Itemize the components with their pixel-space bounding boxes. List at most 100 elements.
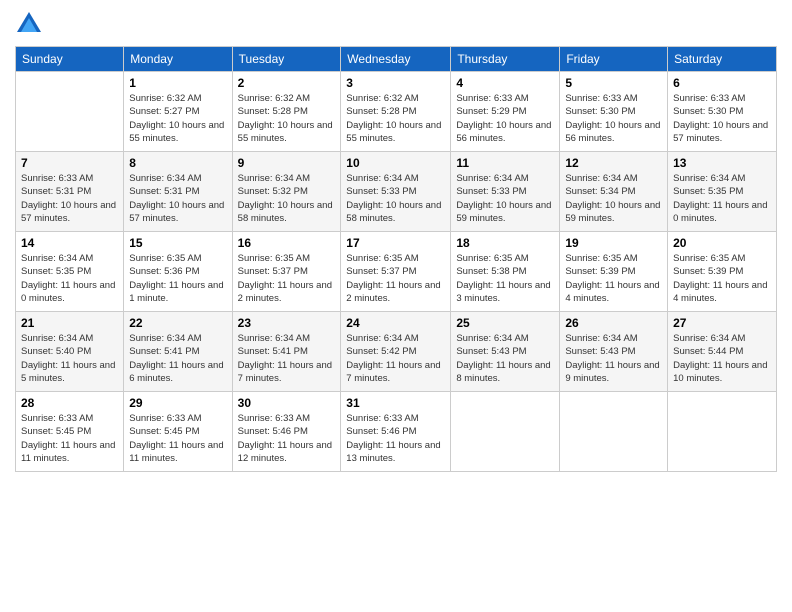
day-header-tuesday: Tuesday [232, 47, 341, 72]
day-info: Sunrise: 6:34 AMSunset: 5:43 PMDaylight:… [565, 332, 662, 385]
header [15, 10, 777, 38]
day-cell: 31Sunrise: 6:33 AMSunset: 5:46 PMDayligh… [341, 392, 451, 472]
day-info: Sunrise: 6:35 AMSunset: 5:39 PMDaylight:… [565, 252, 662, 305]
day-number: 19 [565, 236, 662, 250]
day-header-thursday: Thursday [451, 47, 560, 72]
day-header-monday: Monday [124, 47, 232, 72]
day-info: Sunrise: 6:33 AMSunset: 5:46 PMDaylight:… [346, 412, 445, 465]
day-info: Sunrise: 6:32 AMSunset: 5:28 PMDaylight:… [238, 92, 336, 145]
day-number: 12 [565, 156, 662, 170]
day-cell: 28 Sunrise: 6:33 AMSunset: 5:45 PMDayligh… [16, 392, 124, 472]
day-info: Sunrise: 6:32 AMSunset: 5:27 PMDaylight:… [129, 92, 226, 145]
day-cell: 3 Sunrise: 6:32 AMSunset: 5:28 PMDaylight… [341, 72, 451, 152]
day-cell: 21 Sunrise: 6:34 AMSunset: 5:40 PMDayligh… [16, 312, 124, 392]
day-number: 26 [565, 316, 662, 330]
logo [15, 10, 47, 38]
day-cell: 18Sunrise: 6:35 AMSunset: 5:38 PMDayligh… [451, 232, 560, 312]
day-info: Sunrise: 6:33 AMSunset: 5:29 PMDaylight:… [456, 92, 554, 145]
day-info: Sunrise: 6:34 AMSunset: 5:34 PMDaylight:… [565, 172, 662, 225]
day-number: 9 [238, 156, 336, 170]
day-cell: 11 Sunrise: 6:34 AMSunset: 5:33 PMDayligh… [451, 152, 560, 232]
day-number: 25 [456, 316, 554, 330]
week-row-3: 21 Sunrise: 6:34 AMSunset: 5:40 PMDayligh… [16, 312, 777, 392]
day-number: 30 [238, 396, 336, 410]
day-info: Sunrise: 6:33 AMSunset: 5:45 PMDaylight:… [129, 412, 226, 465]
day-cell [451, 392, 560, 472]
day-cell: 1 Sunrise: 6:32 AMSunset: 5:27 PMDaylight… [124, 72, 232, 152]
day-cell [16, 72, 124, 152]
day-number: 22 [129, 316, 226, 330]
day-cell: 30 Sunrise: 6:33 AMSunset: 5:46 PMDayligh… [232, 392, 341, 472]
day-cell: 24 Sunrise: 6:34 AMSunset: 5:42 PMDayligh… [341, 312, 451, 392]
day-info: Sunrise: 6:34 AMSunset: 5:35 PMDaylight:… [21, 252, 118, 305]
day-number: 15 [129, 236, 226, 250]
day-number: 6 [673, 76, 771, 90]
day-cell: 6Sunrise: 6:33 AMSunset: 5:30 PMDaylight… [668, 72, 777, 152]
day-number: 2 [238, 76, 336, 90]
day-number: 23 [238, 316, 336, 330]
day-info: Sunrise: 6:33 AMSunset: 5:30 PMDaylight:… [565, 92, 662, 145]
day-info: Sunrise: 6:34 AMSunset: 5:32 PMDaylight:… [238, 172, 336, 225]
day-cell: 10Sunrise: 6:34 AMSunset: 5:33 PMDayligh… [341, 152, 451, 232]
day-number: 14 [21, 236, 118, 250]
day-header-wednesday: Wednesday [341, 47, 451, 72]
day-info: Sunrise: 6:34 AMSunset: 5:33 PMDaylight:… [346, 172, 445, 225]
day-number: 5 [565, 76, 662, 90]
day-cell [668, 392, 777, 472]
page: SundayMondayTuesdayWednesdayThursdayFrid… [0, 0, 792, 482]
day-number: 29 [129, 396, 226, 410]
day-number: 3 [346, 76, 445, 90]
day-info: Sunrise: 6:34 AMSunset: 5:41 PMDaylight:… [238, 332, 336, 385]
day-cell: 16 Sunrise: 6:35 AMSunset: 5:37 PMDayligh… [232, 232, 341, 312]
day-number: 8 [129, 156, 226, 170]
day-cell: 2 Sunrise: 6:32 AMSunset: 5:28 PMDaylight… [232, 72, 341, 152]
day-cell: 27 Sunrise: 6:34 AMSunset: 5:44 PMDayligh… [668, 312, 777, 392]
day-number: 27 [673, 316, 771, 330]
day-info: Sunrise: 6:34 AMSunset: 5:40 PMDaylight:… [21, 332, 118, 385]
day-cell: 13Sunrise: 6:34 AMSunset: 5:35 PMDayligh… [668, 152, 777, 232]
calendar-table: SundayMondayTuesdayWednesdayThursdayFrid… [15, 46, 777, 472]
header-row: SundayMondayTuesdayWednesdayThursdayFrid… [16, 47, 777, 72]
day-header-saturday: Saturday [668, 47, 777, 72]
day-cell: 8 Sunrise: 6:34 AMSunset: 5:31 PMDaylight… [124, 152, 232, 232]
day-cell: 20 Sunrise: 6:35 AMSunset: 5:39 PMDayligh… [668, 232, 777, 312]
day-info: Sunrise: 6:34 AMSunset: 5:33 PMDaylight:… [456, 172, 554, 225]
day-cell: 7 Sunrise: 6:33 AMSunset: 5:31 PMDaylight… [16, 152, 124, 232]
day-info: Sunrise: 6:34 AMSunset: 5:43 PMDaylight:… [456, 332, 554, 385]
week-row-1: 7 Sunrise: 6:33 AMSunset: 5:31 PMDaylight… [16, 152, 777, 232]
day-info: Sunrise: 6:35 AMSunset: 5:36 PMDaylight:… [129, 252, 226, 305]
day-number: 20 [673, 236, 771, 250]
day-number: 7 [21, 156, 118, 170]
day-cell: 4 Sunrise: 6:33 AMSunset: 5:29 PMDaylight… [451, 72, 560, 152]
day-number: 4 [456, 76, 554, 90]
day-info: Sunrise: 6:34 AMSunset: 5:44 PMDaylight:… [673, 332, 771, 385]
day-info: Sunrise: 6:34 AMSunset: 5:31 PMDaylight:… [129, 172, 226, 225]
day-cell: 26 Sunrise: 6:34 AMSunset: 5:43 PMDayligh… [560, 312, 668, 392]
day-number: 11 [456, 156, 554, 170]
day-info: Sunrise: 6:35 AMSunset: 5:37 PMDaylight:… [238, 252, 336, 305]
day-number: 28 [21, 396, 118, 410]
day-cell: 9 Sunrise: 6:34 AMSunset: 5:32 PMDaylight… [232, 152, 341, 232]
day-number: 24 [346, 316, 445, 330]
day-info: Sunrise: 6:35 AMSunset: 5:37 PMDaylight:… [346, 252, 445, 305]
day-number: 16 [238, 236, 336, 250]
day-number: 17 [346, 236, 445, 250]
week-row-0: 1 Sunrise: 6:32 AMSunset: 5:27 PMDaylight… [16, 72, 777, 152]
day-cell: 12 Sunrise: 6:34 AMSunset: 5:34 PMDayligh… [560, 152, 668, 232]
day-info: Sunrise: 6:33 AMSunset: 5:31 PMDaylight:… [21, 172, 118, 225]
day-cell: 14 Sunrise: 6:34 AMSunset: 5:35 PMDayligh… [16, 232, 124, 312]
day-info: Sunrise: 6:33 AMSunset: 5:46 PMDaylight:… [238, 412, 336, 465]
day-info: Sunrise: 6:33 AMSunset: 5:45 PMDaylight:… [21, 412, 118, 465]
day-number: 1 [129, 76, 226, 90]
day-number: 13 [673, 156, 771, 170]
day-cell: 5 Sunrise: 6:33 AMSunset: 5:30 PMDaylight… [560, 72, 668, 152]
day-info: Sunrise: 6:34 AMSunset: 5:42 PMDaylight:… [346, 332, 445, 385]
day-cell: 25 Sunrise: 6:34 AMSunset: 5:43 PMDayligh… [451, 312, 560, 392]
logo-icon [15, 10, 43, 38]
day-cell: 17 Sunrise: 6:35 AMSunset: 5:37 PMDayligh… [341, 232, 451, 312]
day-number: 21 [21, 316, 118, 330]
day-cell: 29 Sunrise: 6:33 AMSunset: 5:45 PMDayligh… [124, 392, 232, 472]
day-info: Sunrise: 6:32 AMSunset: 5:28 PMDaylight:… [346, 92, 445, 145]
day-header-friday: Friday [560, 47, 668, 72]
day-info: Sunrise: 6:35 AMSunset: 5:39 PMDaylight:… [673, 252, 771, 305]
